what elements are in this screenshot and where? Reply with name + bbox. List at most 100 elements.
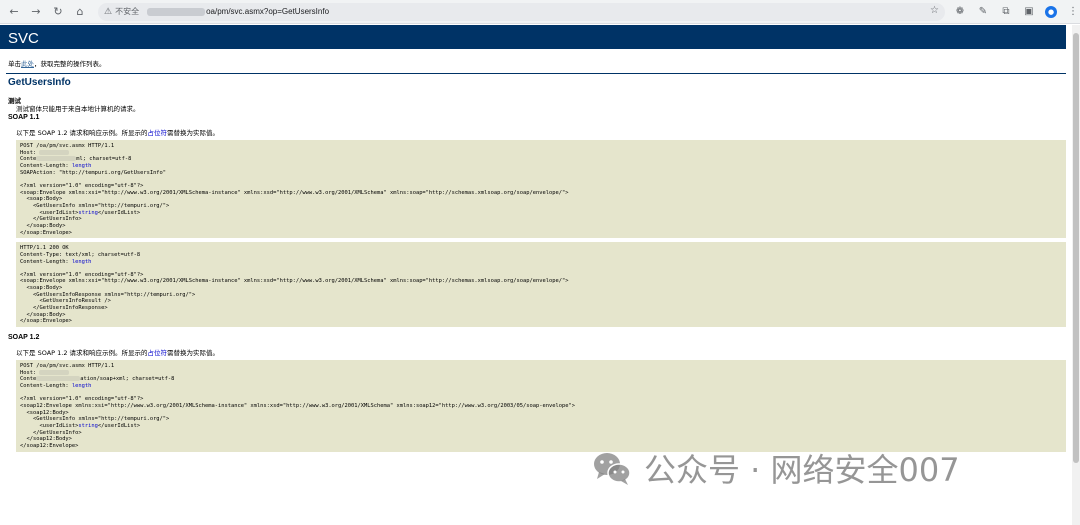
code-line: <?xml version="1.0" encoding="utf-8"?>	[20, 396, 144, 403]
url-text[interactable]: oa/pm/svc.asmx?op=GetUsersInfo	[206, 7, 329, 16]
extension-icon-2[interactable]: ✎	[976, 6, 990, 17]
code-line: <soap:Envelope xmlns:xsi="http://www.w3.…	[20, 189, 569, 196]
placeholder-value: length	[71, 162, 92, 169]
side-panel-icon[interactable]: ▣	[1022, 6, 1036, 17]
page-title: SVC	[0, 25, 1066, 49]
code-line: <userIdList>string</userIdList>	[20, 210, 1062, 217]
operation-title: GetUsersInfo	[8, 77, 71, 88]
intro-prefix: 单击	[8, 60, 21, 68]
code-line: </soap:Body>	[20, 222, 66, 229]
extension-icon-1[interactable]: ❁	[953, 6, 967, 17]
code-line: Content-Length: length	[20, 163, 1062, 170]
operations-list-link[interactable]: 此处	[21, 60, 34, 68]
blurred-host	[147, 7, 206, 16]
code-text: Conte	[20, 156, 37, 163]
watermark-text: 公众号 · 网络安全007	[644, 451, 960, 489]
soap12-request-block: POST /oa/pm/svc.asmx HTTP/1.1 Host: Conte…	[16, 360, 1066, 452]
soap11-request-block: POST /oa/pm/svc.asmx HTTP/1.1 Host: Conte…	[16, 140, 1066, 239]
code-text: </userIdList>	[97, 422, 141, 429]
code-text: </userIdList>	[97, 209, 141, 216]
soap11-note-a: 以下是 SOAP 1.2 请求和响应示例。所显示的	[16, 129, 148, 137]
code-text: ml; charset=utf-8	[76, 156, 132, 163]
code-line: Conte ml; charset=utf-8	[20, 156, 1062, 163]
code-line: </soap:Envelope>	[20, 229, 72, 236]
placeholder-value: length	[71, 383, 92, 390]
code-text: <userIdList>	[20, 209, 79, 216]
code-line: ​	[20, 390, 1062, 397]
code-line: ​	[20, 176, 1062, 183]
home-icon[interactable]: ⌂	[72, 4, 88, 20]
soap11-heading: SOAP 1.1	[8, 114, 40, 121]
code-line: Conte ation/soap+xml; charset=utf-8	[20, 376, 1062, 383]
placeholder-value: string	[78, 422, 98, 429]
code-line: </GetUsersInfo>	[20, 429, 82, 436]
code-line: <soap:Envelope xmlns:xsi="http://www.w3.…	[20, 278, 569, 285]
soap11-note: 以下是 SOAP 1.2 请求和响应示例。所显示的占位符需替换为实际值。	[0, 124, 1072, 137]
code-line: Content-Type: text/xml; charset=utf-8	[20, 251, 141, 258]
test-note: 测试窗体只能用于来自本地计算机的请求。	[16, 105, 140, 113]
blurred-content	[36, 376, 81, 382]
code-line: POST /oa/pm/svc.asmx HTTP/1.1	[20, 363, 115, 370]
code-line: Content-Length: length	[20, 259, 1062, 266]
profile-avatar-icon[interactable]: ●	[1045, 5, 1057, 18]
blurred-host	[39, 149, 70, 155]
code-line: <GetUsersInfo xmlns="http://tempuri.org/…	[20, 202, 170, 209]
code-line: <soap12:Envelope xmlns:xsi="http://www.w…	[20, 403, 575, 409]
soap12-note-b: 需替换为实际值。	[167, 349, 220, 358]
vertical-scrollbar[interactable]	[1072, 25, 1080, 525]
code-line: <GetUsersInfo xmlns="http://tempuri.org/…	[20, 416, 170, 423]
soap11-response-block: HTTP/1.1 200 OK Content-Type: text/xml; c…	[16, 242, 1066, 328]
code-text: Host:	[20, 149, 40, 156]
browser-toolbar: ← → ↻ ⌂ ⚠ 不安全 oa/pm/svc.asmx?op=GetUsers…	[0, 0, 1080, 24]
code-line: SOAPAction: "http://tempuri.org/GetUsers…	[20, 169, 167, 176]
soap11-note-b: 需替换为实际值。	[167, 129, 220, 137]
blurred-host	[39, 369, 70, 375]
soap12-heading: SOAP 1.2	[8, 334, 40, 342]
bookmark-star-icon[interactable]: ☆	[930, 5, 939, 16]
forward-icon[interactable]: →	[28, 4, 44, 20]
code-line: Content-Length: length	[20, 383, 1062, 390]
code-line: HTTP/1.1 200 OK	[20, 245, 69, 252]
intro-suffix: ，获取完整的操作列表。	[34, 60, 106, 68]
back-icon[interactable]: ←	[6, 4, 22, 20]
intro-text: 单击此处，获取完整的操作列表。	[0, 49, 1072, 68]
code-line: <GetUsersInfoResult />	[20, 298, 111, 305]
placeholder-value: string	[78, 209, 98, 216]
code-text: <userIdList>	[20, 422, 79, 429]
watermark: 公众号 · 网络安全007	[590, 443, 1040, 493]
code-line: </GetUsersInfo>	[20, 216, 82, 223]
code-line: <soap:Body>	[20, 285, 63, 292]
code-text: Content-Length:	[20, 162, 72, 169]
code-line: <soap:Body>	[20, 196, 63, 203]
code-line: </soap12:Body>	[20, 436, 72, 443]
code-line: Host:	[20, 149, 1062, 157]
code-line: <GetUsersInfoResponse xmlns="http://temp…	[20, 291, 196, 298]
test-heading: 测试	[8, 97, 21, 105]
code-line: POST /oa/pm/svc.asmx HTTP/1.1	[20, 143, 115, 149]
extension-area: ❁ ✎ ⧉ ▣ ● ⋮	[953, 5, 1080, 18]
soap12-note-placeholder: 占位符	[147, 349, 168, 358]
code-line: <?xml version="1.0" encoding="utf-8"?>	[20, 271, 144, 278]
browser-menu-icon[interactable]: ⋮	[1066, 6, 1080, 17]
code-line: </soap:Body>	[20, 311, 66, 318]
address-bar[interactable]: ⚠ 不安全 oa/pm/svc.asmx?op=GetUsersInfo ☆	[98, 2, 945, 21]
code-text: Content-Length:	[20, 258, 72, 265]
insecure-label[interactable]: 不安全	[115, 6, 139, 17]
code-line: <userIdList>string</userIdList>	[20, 423, 1062, 430]
scrollbar-thumb[interactable]	[1073, 33, 1079, 463]
extensions-puzzle-icon[interactable]: ⧉	[999, 6, 1013, 17]
nav-buttons: ← → ↻ ⌂	[0, 4, 88, 20]
code-text: Content-Length:	[20, 383, 72, 390]
blurred-content	[36, 156, 77, 162]
code-text: ation/soap+xml; charset=utf-8	[80, 376, 175, 383]
code-line: Host:	[20, 369, 1062, 377]
code-line: </soap:Envelope>	[20, 318, 72, 325]
code-line: ​	[20, 265, 1062, 272]
placeholder-value: length	[71, 258, 92, 265]
soap11-note-placeholder: 占位符	[147, 129, 168, 137]
reload-icon[interactable]: ↻	[50, 4, 66, 20]
code-line: </GetUsersInfoResponse>	[20, 305, 108, 312]
warning-icon[interactable]: ⚠	[104, 6, 112, 17]
code-text: Conte	[20, 376, 37, 383]
code-text: Host:	[20, 369, 40, 376]
